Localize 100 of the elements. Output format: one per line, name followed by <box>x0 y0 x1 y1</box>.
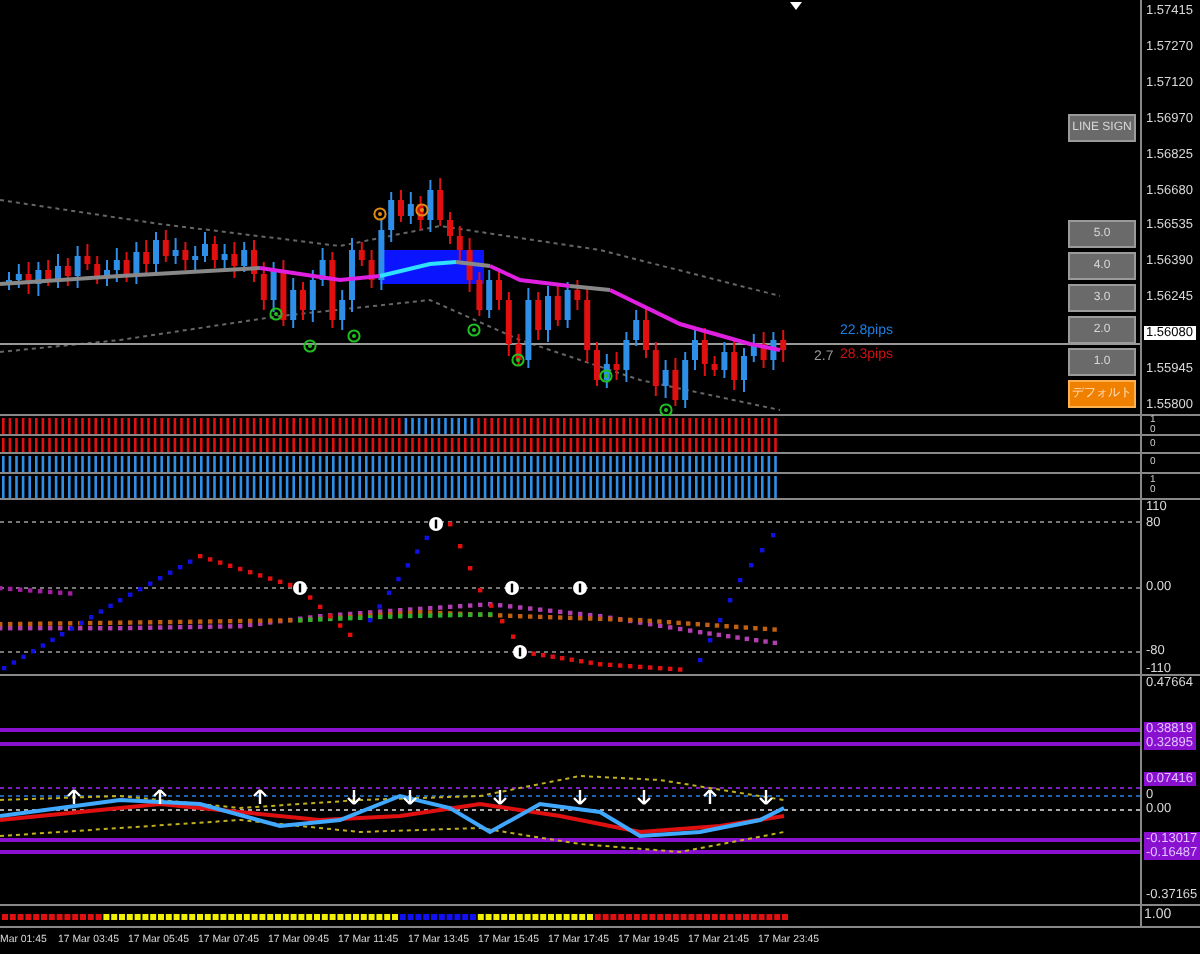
candlestick <box>447 211 453 245</box>
candlestick <box>35 261 42 297</box>
candlestick <box>162 229 169 263</box>
candlestick <box>280 259 287 327</box>
candlestick <box>25 261 32 295</box>
signal-circle-icon <box>293 581 307 595</box>
candlestick <box>300 281 306 321</box>
candlestick <box>260 261 267 311</box>
candlestick <box>564 281 571 329</box>
candlestick <box>378 217 385 291</box>
candlestick <box>211 235 218 269</box>
down-arrow-icon <box>758 788 774 806</box>
candlestick <box>594 341 600 387</box>
candlestick <box>133 241 140 285</box>
down-arrow-icon <box>492 788 508 806</box>
candlestick <box>584 287 591 363</box>
candlestick <box>309 269 316 323</box>
candlestick <box>456 225 463 261</box>
marker-icon <box>790 2 802 10</box>
candlestick <box>45 259 52 287</box>
up-arrow-icon <box>152 788 168 806</box>
candlestick <box>652 341 659 397</box>
down-arrow-icon <box>346 788 362 806</box>
candlestick <box>770 331 777 371</box>
candlestick <box>741 347 747 393</box>
candlestick <box>202 231 208 263</box>
candlestick <box>535 291 542 341</box>
candlestick <box>172 237 179 265</box>
candlestick <box>182 241 189 271</box>
candlestick <box>731 339 738 391</box>
candlestick <box>466 237 473 293</box>
candlestick <box>398 189 404 223</box>
candlestick <box>427 179 434 233</box>
candlestick <box>221 243 228 271</box>
candlestick <box>192 245 199 273</box>
candlestick <box>711 355 718 377</box>
up-arrow-icon <box>66 788 82 806</box>
candlestick <box>349 237 355 313</box>
down-arrow-icon <box>636 788 652 806</box>
candlestick <box>113 247 120 283</box>
candlestick <box>417 195 424 231</box>
candlestick <box>241 241 248 273</box>
candlestick <box>123 251 130 283</box>
candlestick <box>574 279 581 311</box>
signal-circle-icon <box>415 203 429 217</box>
candlestick <box>672 357 679 407</box>
candlestick <box>231 241 238 279</box>
candlestick <box>358 241 365 267</box>
candlestick <box>486 269 493 319</box>
signal-circle-icon <box>467 323 481 337</box>
signal-circle-icon <box>373 207 387 221</box>
signal-circle-icon <box>513 645 527 659</box>
signal-circle-icon <box>511 353 525 367</box>
signal-circle-icon <box>505 581 519 595</box>
candlestick <box>780 329 787 363</box>
candlestick <box>143 239 150 275</box>
signal-circle-icon <box>429 517 443 531</box>
candlestick <box>84 243 91 271</box>
candlestick <box>437 177 444 227</box>
candlestick <box>701 327 708 377</box>
candlestick <box>15 263 22 289</box>
candlestick <box>290 277 297 329</box>
candlestick <box>270 261 277 313</box>
signal-circle-icon <box>599 369 613 383</box>
candlestick <box>525 287 532 369</box>
up-arrow-icon <box>252 788 268 806</box>
candlestick <box>339 289 346 331</box>
candlestick <box>74 245 81 289</box>
signal-circle-icon <box>573 581 587 595</box>
candlestick <box>368 249 375 289</box>
signal-circle-icon <box>659 403 673 416</box>
signal-circle-icon <box>269 307 283 321</box>
candlestick <box>760 331 767 369</box>
candlestick <box>623 331 630 383</box>
candlestick <box>64 257 71 287</box>
candlestick <box>104 259 110 287</box>
signal-circle-icon <box>303 339 317 353</box>
down-arrow-icon <box>402 788 418 806</box>
candlestick <box>505 291 512 357</box>
candlestick <box>750 333 757 363</box>
candlestick <box>329 251 336 329</box>
candlestick <box>55 253 61 289</box>
candlestick <box>613 351 620 381</box>
candlestick <box>692 329 698 371</box>
candlestick <box>682 351 689 409</box>
candlestick <box>388 191 395 243</box>
candlestick <box>662 359 669 399</box>
signal-circle-icon <box>347 329 361 343</box>
candlestick <box>153 231 159 277</box>
candlestick <box>545 285 551 343</box>
candlestick <box>319 247 326 287</box>
candlestick <box>476 271 483 317</box>
candlestick <box>643 307 649 359</box>
candlestick <box>721 341 728 379</box>
candlestick <box>94 255 101 285</box>
candlestick <box>6 271 12 291</box>
candlestick <box>407 191 414 225</box>
up-arrow-icon <box>702 788 718 806</box>
candlestick <box>496 267 502 311</box>
candlestick <box>633 309 640 347</box>
